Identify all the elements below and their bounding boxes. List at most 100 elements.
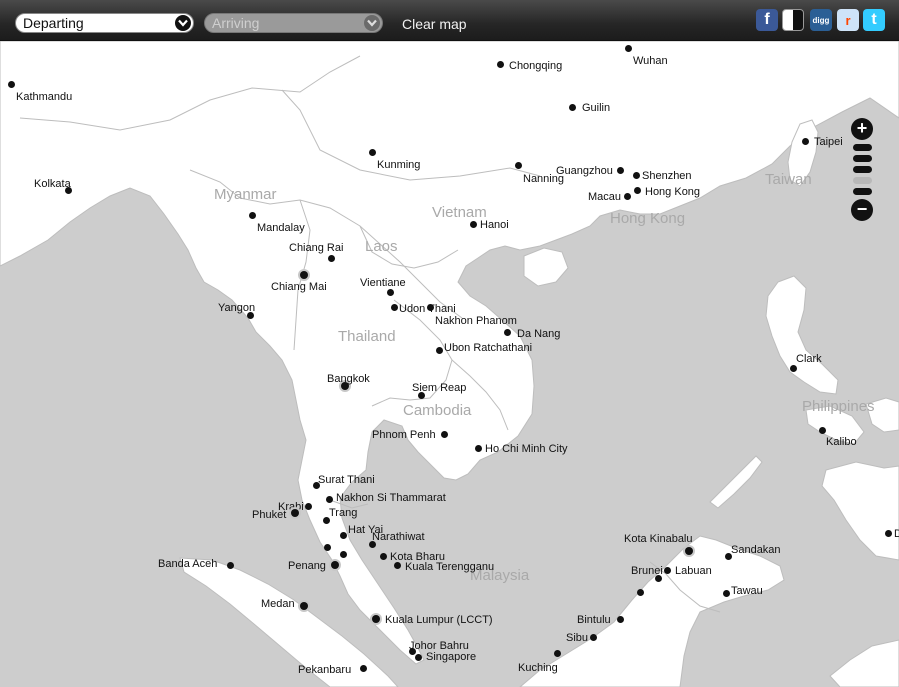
city-label[interactable]: Hong Kong <box>645 186 700 198</box>
city-marker[interactable] <box>7 80 15 88</box>
city-label[interactable]: Surat Thani <box>318 474 375 486</box>
city-marker[interactable] <box>568 103 576 111</box>
city-label[interactable]: Medan <box>261 598 295 610</box>
city-label[interactable]: Guangzhou <box>556 165 613 177</box>
city-marker[interactable] <box>514 161 522 169</box>
city-marker[interactable] <box>818 426 826 434</box>
city-marker[interactable] <box>616 615 624 623</box>
departing-select[interactable]: Departing <box>15 13 194 33</box>
city-label[interactable]: Nakhon Si Thammarat <box>336 492 446 504</box>
city-label[interactable]: Mandalay <box>257 222 305 234</box>
city-label[interactable]: Vientiane <box>360 277 406 289</box>
city-label[interactable]: Kunming <box>377 159 420 171</box>
city-label[interactable]: Hanoi <box>480 219 509 231</box>
city-marker[interactable] <box>414 653 422 661</box>
city-label[interactable]: Chiang Rai <box>289 242 343 254</box>
city-marker[interactable] <box>632 171 640 179</box>
clear-map-button[interactable]: Clear map <box>402 16 467 32</box>
city-marker[interactable] <box>722 589 730 597</box>
city-label[interactable]: Sandakan <box>731 544 781 556</box>
city-marker[interactable] <box>368 148 376 156</box>
city-marker[interactable] <box>379 552 387 560</box>
city-label[interactable]: Penang <box>288 560 326 572</box>
city-marker[interactable] <box>426 303 434 311</box>
city-marker[interactable] <box>304 502 312 510</box>
city-label[interactable]: Phuket <box>252 509 286 521</box>
city-label[interactable]: Ho Chi Minh City <box>485 443 568 455</box>
city-label[interactable]: Guilin <box>582 102 610 114</box>
reddit-icon[interactable]: r <box>837 9 859 31</box>
city-marker[interactable] <box>359 664 367 672</box>
city-label[interactable]: Labuan <box>675 565 712 577</box>
city-marker[interactable] <box>393 561 401 569</box>
city-marker[interactable] <box>624 44 632 52</box>
city-marker[interactable] <box>226 561 234 569</box>
city-label[interactable]: Pekanbaru <box>298 664 351 676</box>
city-label[interactable]: Kuching <box>518 662 558 674</box>
city-marker[interactable] <box>339 550 347 558</box>
zoom-in-button[interactable]: + <box>851 118 873 140</box>
city-label[interactable]: Nanning <box>523 173 564 185</box>
city-marker[interactable] <box>327 254 335 262</box>
arriving-select[interactable]: Arriving <box>204 13 383 33</box>
city-label[interactable]: Banda Aceh <box>158 558 217 570</box>
route-map[interactable]: Myanmar Laos Vietnam Thailand Cambodia Taiwan… <box>0 41 899 687</box>
delicious-icon[interactable] <box>782 9 804 31</box>
city-marker[interactable] <box>435 346 443 354</box>
city-label[interactable]: D <box>894 528 899 540</box>
city-marker[interactable] <box>616 166 624 174</box>
city-label[interactable]: Da Nang <box>517 328 560 340</box>
city-label[interactable]: Taipei <box>814 136 843 148</box>
city-marker[interactable] <box>300 602 308 610</box>
city-label[interactable]: Macau <box>588 191 621 203</box>
city-label[interactable]: Kuala Terengganu <box>405 561 494 573</box>
city-marker[interactable] <box>390 303 398 311</box>
twitter-icon[interactable]: t <box>863 9 885 31</box>
city-label[interactable]: Sibu <box>566 632 588 644</box>
city-marker[interactable] <box>372 615 380 623</box>
city-marker[interactable] <box>633 186 641 194</box>
city-label[interactable]: Brunei <box>631 565 663 577</box>
city-marker[interactable] <box>685 547 693 555</box>
city-marker[interactable] <box>589 633 597 641</box>
city-marker[interactable] <box>623 192 631 200</box>
city-label[interactable]: Kathmandu <box>16 91 72 103</box>
facebook-icon[interactable]: f <box>756 9 778 31</box>
city-label[interactable]: Siem Reap <box>412 382 466 394</box>
city-marker[interactable] <box>469 220 477 228</box>
city-marker[interactable] <box>789 364 797 372</box>
city-marker[interactable] <box>386 288 394 296</box>
city-label[interactable]: Singapore <box>426 651 476 663</box>
zoom-level-bar[interactable] <box>853 166 872 173</box>
city-label[interactable]: Kalibo <box>826 436 857 448</box>
city-marker[interactable] <box>331 561 339 569</box>
city-marker[interactable] <box>325 495 333 503</box>
zoom-level-bar[interactable] <box>853 155 872 162</box>
city-label[interactable]: Wuhan <box>633 55 668 67</box>
city-label[interactable]: Bangkok <box>327 373 370 385</box>
city-marker[interactable] <box>323 543 331 551</box>
zoom-level-bar[interactable] <box>853 177 872 184</box>
city-label[interactable]: Bintulu <box>577 614 611 626</box>
city-marker[interactable] <box>440 430 448 438</box>
city-label[interactable]: Ubon Ratchathani <box>444 342 532 354</box>
city-label[interactable]: Tawau <box>731 585 763 597</box>
city-label[interactable]: Yangon <box>218 302 255 314</box>
zoom-level-bar[interactable] <box>853 188 872 195</box>
city-marker[interactable] <box>291 509 299 517</box>
city-label[interactable]: Trang <box>329 507 357 519</box>
city-marker[interactable] <box>248 211 256 219</box>
city-marker[interactable] <box>884 529 892 537</box>
city-label[interactable]: Kuala Lumpur (LCCT) <box>385 614 493 626</box>
city-label[interactable]: Clark <box>796 353 822 365</box>
city-marker[interactable] <box>553 649 561 657</box>
city-marker[interactable] <box>503 328 511 336</box>
zoom-out-button[interactable]: − <box>851 199 873 221</box>
city-marker[interactable] <box>300 271 308 279</box>
digg-icon[interactable]: digg <box>810 9 832 31</box>
city-marker[interactable] <box>663 566 671 574</box>
city-label[interactable]: Kolkata <box>34 178 71 190</box>
city-label[interactable]: Narathiwat <box>372 531 425 543</box>
city-label[interactable]: Chongqing <box>509 60 562 72</box>
city-label[interactable]: Chiang Mai <box>271 281 327 293</box>
